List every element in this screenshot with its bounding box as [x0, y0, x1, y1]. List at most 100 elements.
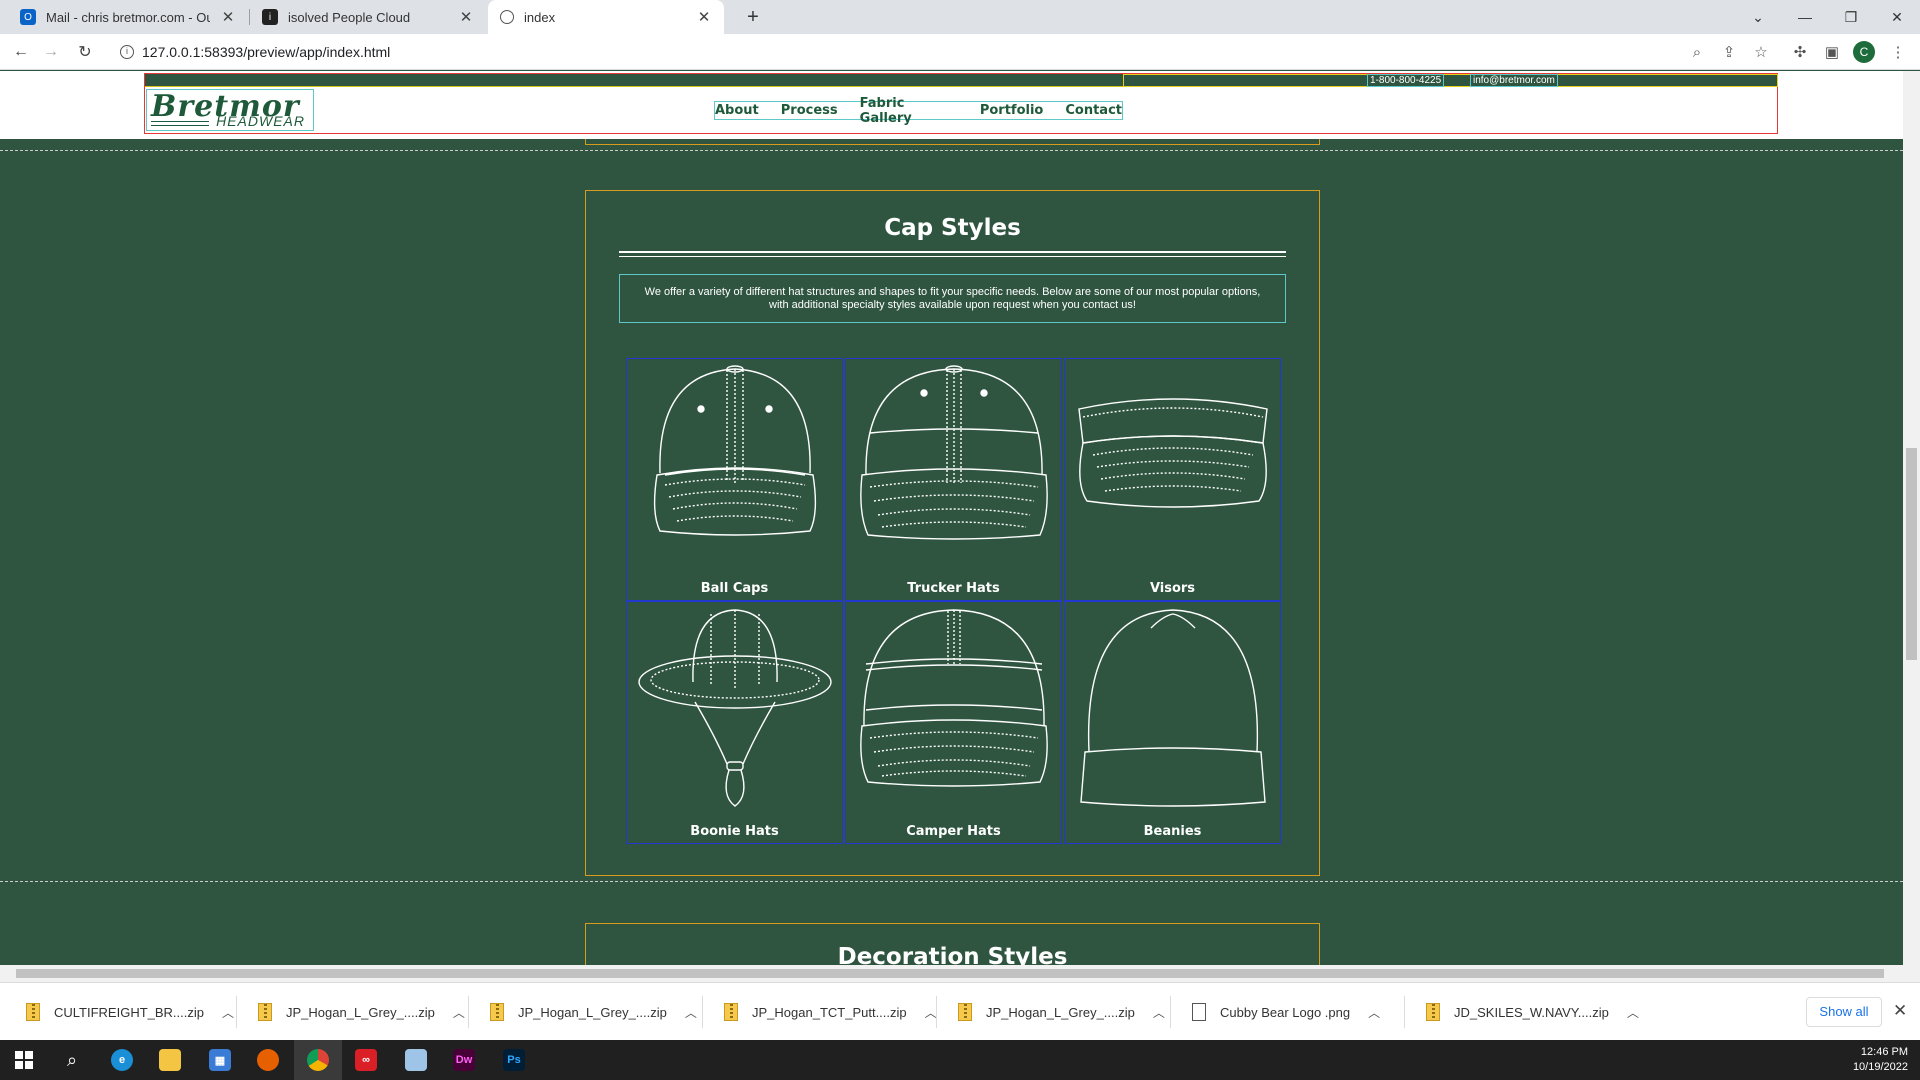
- side-panel-icon[interactable]: ▣: [1820, 40, 1844, 64]
- close-download-bar-icon[interactable]: ✕: [1893, 1001, 1907, 1021]
- chevron-up-icon[interactable]: ︿: [925, 1004, 937, 1021]
- system-clock[interactable]: 12:46 PM 10/19/2022: [1853, 1045, 1908, 1075]
- folder-icon: [159, 1049, 181, 1071]
- style-card-trucker-hats[interactable]: Trucker Hats: [845, 358, 1062, 601]
- restore-button[interactable]: ❐: [1828, 0, 1874, 34]
- taskbar-creative-cloud[interactable]: ∞: [342, 1040, 390, 1080]
- taskbar-dreamweaver[interactable]: Dw: [440, 1040, 488, 1080]
- style-label: Ball Caps: [700, 581, 769, 596]
- style-card-boonie-hats[interactable]: Boonie Hats: [626, 601, 843, 844]
- download-item[interactable]: JP_Hogan_L_Grey_....zip ︿: [490, 983, 697, 1041]
- style-label: Boonie Hats: [690, 824, 779, 839]
- taskbar-file-explorer[interactable]: [146, 1040, 194, 1080]
- download-filename: CULTIFREIGHT_BR....zip: [54, 1004, 205, 1020]
- minimize-button[interactable]: —: [1782, 0, 1828, 34]
- chevron-up-icon[interactable]: ︿: [1153, 1004, 1165, 1021]
- chevron-up-icon[interactable]: ︿: [1627, 1004, 1639, 1021]
- download-item[interactable]: JD_SKILES_W.NAVY....zip ︿: [1426, 983, 1639, 1041]
- ball-cap-icon: [653, 365, 817, 536]
- address-bar[interactable]: 127.0.0.1:58393/preview/app/index.html: [108, 38, 1700, 66]
- download-item[interactable]: JP_Hogan_TCT_Putt....zip ︿: [724, 983, 937, 1041]
- download-item[interactable]: Cubby Bear Logo .png ︿: [1192, 983, 1380, 1041]
- chevron-up-icon[interactable]: ︿: [222, 1004, 234, 1021]
- zip-file-icon: [26, 1003, 40, 1021]
- download-filename: JP_Hogan_L_Grey_....zip: [986, 1004, 1135, 1020]
- taskbar-store[interactable]: ▦: [196, 1040, 244, 1080]
- chevron-up-icon[interactable]: ︿: [453, 1004, 465, 1021]
- zip-file-icon: [258, 1003, 272, 1021]
- taskbar-chrome[interactable]: [294, 1040, 342, 1080]
- share-icon[interactable]: ⇪: [1717, 40, 1741, 64]
- trucker-hat-icon: [860, 365, 1048, 540]
- photoshop-icon: Ps: [503, 1049, 525, 1071]
- reload-button[interactable]: ↻: [72, 40, 98, 64]
- start-button[interactable]: [0, 1040, 48, 1080]
- style-card-beanies[interactable]: Beanies: [1064, 601, 1281, 844]
- download-item[interactable]: CULTIFREIGHT_BR....zip ︿: [26, 983, 234, 1041]
- nav-fabric-gallery[interactable]: Fabric Gallery: [860, 96, 958, 126]
- taskbar-edge[interactable]: e: [98, 1040, 146, 1080]
- decoration-styles-section: Decoration Styles: [585, 923, 1320, 965]
- chevron-up-icon[interactable]: ︿: [1368, 1004, 1380, 1021]
- tab-outlook[interactable]: O Mail - chris bretmor.com - Outlo ✕: [8, 0, 248, 34]
- style-card-ball-caps[interactable]: Ball Caps: [626, 358, 843, 601]
- firefox-icon: [257, 1049, 279, 1071]
- bookmark-star-icon[interactable]: ☆: [1749, 40, 1773, 64]
- chrome-icon: [307, 1049, 329, 1071]
- show-all-downloads-button[interactable]: Show all: [1806, 997, 1882, 1027]
- phone-link[interactable]: 1-800-800-4225: [1367, 74, 1445, 87]
- globe-icon: [500, 10, 514, 24]
- edge-icon: e: [111, 1049, 133, 1071]
- back-button[interactable]: ←: [8, 40, 34, 64]
- extensions-icon[interactable]: ✣: [1788, 40, 1812, 64]
- camper-hat-icon: [860, 609, 1048, 787]
- close-tab-icon[interactable]: ✕: [458, 8, 474, 26]
- zoom-icon[interactable]: ⌕: [1685, 40, 1709, 64]
- download-filename: JD_SKILES_W.NAVY....zip: [1454, 1004, 1609, 1020]
- nav-process[interactable]: Process: [781, 103, 838, 118]
- tab-isolved[interactable]: i isolved People Cloud ✕: [250, 0, 486, 34]
- store-icon: ▦: [209, 1049, 231, 1071]
- browser-toolbar: ← → ↻ 127.0.0.1:58393/preview/app/index.…: [0, 34, 1920, 70]
- download-divider: [1170, 996, 1171, 1028]
- nav-about[interactable]: About: [715, 103, 759, 118]
- nav-contact[interactable]: Contact: [1065, 103, 1122, 118]
- forward-button[interactable]: →: [38, 40, 64, 64]
- style-card-camper-hats[interactable]: Camper Hats: [845, 601, 1062, 844]
- new-tab-button[interactable]: +: [740, 5, 766, 29]
- contact-bar: [1123, 74, 1778, 87]
- profile-button[interactable]: C: [1852, 40, 1876, 64]
- taskbar-photoshop[interactable]: Ps: [490, 1040, 538, 1080]
- close-tab-icon[interactable]: ✕: [220, 8, 236, 26]
- horizontal-scroll-thumb[interactable]: [16, 969, 1884, 978]
- close-tab-icon[interactable]: ✕: [696, 8, 712, 26]
- download-item[interactable]: JP_Hogan_L_Grey_....zip ︿: [958, 983, 1165, 1041]
- taskbar-notepad[interactable]: [392, 1040, 440, 1080]
- browser-menu-icon[interactable]: ⋮: [1886, 40, 1910, 64]
- boonie-hat-icon: [638, 609, 832, 807]
- windows-logo-icon: [15, 1051, 33, 1069]
- taskbar-search-button[interactable]: ⌕: [48, 1040, 96, 1080]
- tab-title: Mail - chris bretmor.com - Outlo: [46, 9, 210, 25]
- chevron-up-icon[interactable]: ︿: [685, 1004, 697, 1021]
- tab-index[interactable]: index ✕: [488, 0, 724, 34]
- logo-subtitle: HEADWEAR: [216, 113, 305, 129]
- url-text: 127.0.0.1:58393/preview/app/index.html: [142, 44, 391, 60]
- download-filename: Cubby Bear Logo .png: [1220, 1004, 1351, 1020]
- taskbar-firefox[interactable]: [244, 1040, 292, 1080]
- email-link[interactable]: info@bretmor.com: [1470, 74, 1558, 87]
- bretmor-logo[interactable]: Bretmor HEADWEAR: [146, 89, 314, 131]
- tab-search-button[interactable]: ⌄: [1735, 0, 1781, 34]
- clock-date: 10/19/2022: [1852, 1061, 1908, 1073]
- image-file-icon: [1192, 1003, 1206, 1021]
- vertical-scroll-thumb[interactable]: [1906, 448, 1917, 660]
- visor-icon: [1078, 398, 1268, 508]
- nav-portfolio[interactable]: Portfolio: [980, 103, 1044, 118]
- title-underline: [619, 251, 1286, 257]
- zip-file-icon: [958, 1003, 972, 1021]
- site-info-icon[interactable]: i: [120, 45, 134, 59]
- cap-styles-section: Cap Styles We offer a variety of differe…: [585, 190, 1320, 876]
- close-window-button[interactable]: ✕: [1874, 0, 1920, 34]
- download-item[interactable]: JP_Hogan_L_Grey_....zip ︿: [258, 983, 465, 1041]
- style-card-visors[interactable]: Visors: [1064, 358, 1281, 601]
